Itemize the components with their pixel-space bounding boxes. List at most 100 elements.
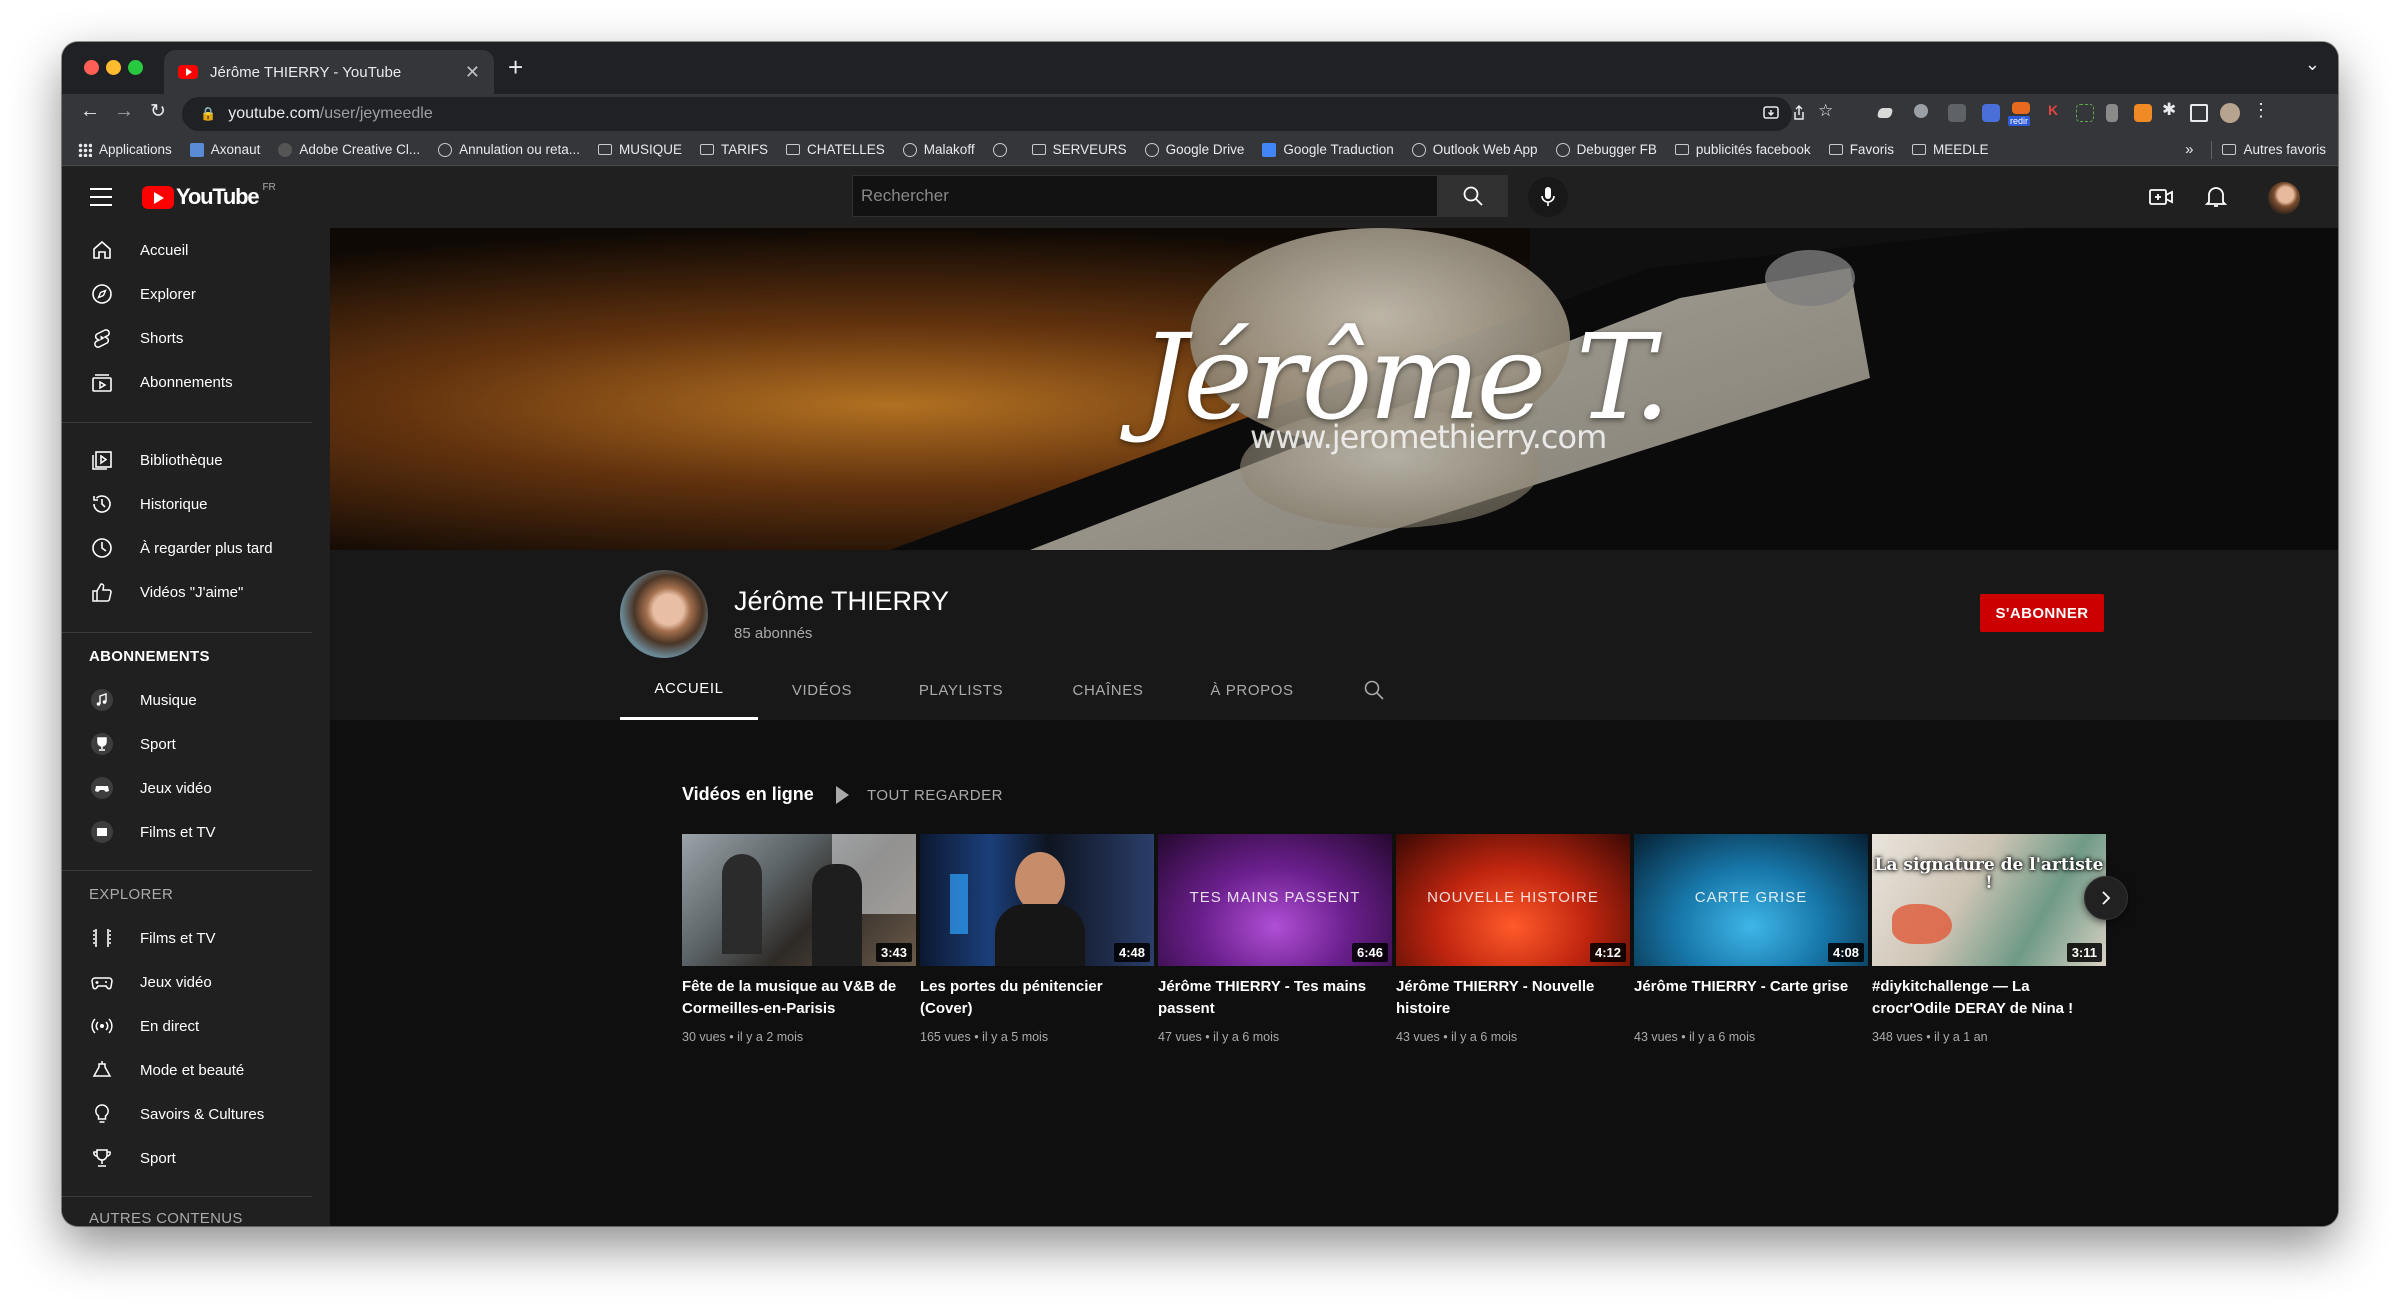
bookmark-untitled[interactable] [992,142,1014,157]
extension-5-icon[interactable] [2076,104,2094,122]
video-title[interactable]: #diykitchallenge — La crocr'Odile DERAY … [1872,976,2106,1020]
extension-6-icon[interactable] [2106,104,2118,122]
bookmark-meedle[interactable]: MEEDLE [1911,142,1988,157]
video-thumbnail[interactable]: 3:43 [682,834,916,966]
close-window-button[interactable] [84,60,99,75]
video-title[interactable]: Jérôme THIERRY - Nouvelle histoire [1396,976,1630,1020]
maximize-window-button[interactable] [128,60,143,75]
tab-search-chevron-icon[interactable]: ⌄ [2305,54,2320,75]
video-thumbnail[interactable]: TES MAINS PASSENT 6:46 [1158,834,1392,966]
bookmark-chatelles[interactable]: CHATELLES [786,142,885,157]
browser-menu-icon[interactable]: ⋮ [2252,100,2270,120]
channel-search-button[interactable] [1324,660,1424,720]
video-thumbnail[interactable]: NOUVELLE HISTOIRE 4:12 [1396,834,1630,966]
bookmark-favoris[interactable]: Favoris [1828,142,1894,157]
play-all-button[interactable]: TOUT REGARDER [836,786,1003,804]
channel-avatar[interactable] [620,570,708,658]
sidebar-item-sport[interactable]: Sport [62,722,330,766]
minimize-window-button[interactable] [106,60,121,75]
video-card[interactable]: NOUVELLE HISTOIRE 4:12 Jérôme THIERRY - … [1396,834,1630,1044]
sidebar-item-en-direct[interactable]: En direct [62,1004,330,1048]
sidebar-item-regarder-plus-tard[interactable]: À regarder plus tard [62,526,330,570]
search-button[interactable] [1438,175,1508,217]
sidebar-item-explore-films-et-tv[interactable]: Films et TV [62,916,330,960]
video-thumbnail[interactable]: 4:48 [920,834,1154,966]
bookmark-annulation[interactable]: Annulation ou reta... [438,142,580,157]
video-title[interactable]: Fête de la musique au V&B de Cormeilles-… [682,976,916,1020]
voice-search-button[interactable] [1528,177,1568,217]
sidebar-item-films-et-tv[interactable]: Films et TV [62,810,330,854]
extension-1-icon[interactable] [1876,108,1894,118]
tab-close-icon[interactable]: ✕ [465,62,480,83]
sidebar-toggle-icon[interactable] [2190,104,2208,122]
video-thumbnail[interactable]: La signature de l'artiste ! 3:11 [1872,834,2106,966]
video-card[interactable]: 3:43 Fête de la musique au V&B de Cormei… [682,834,916,1044]
bookmark-applications[interactable]: Applications [78,142,172,157]
sidebar-item-explore-jeux-video[interactable]: Jeux vidéo [62,960,330,1004]
rss-icon[interactable] [2134,104,2152,122]
profile-avatar-icon[interactable] [2220,103,2240,123]
share-icon[interactable] [1790,104,1808,122]
notifications-bell-icon[interactable] [2204,184,2228,210]
bookmark-adobe[interactable]: Adobe Creative Cl... [278,142,420,157]
sidebar-item-abonnements[interactable]: Abonnements [62,360,330,404]
extension-3-icon[interactable] [1948,104,1966,122]
bookmark-serveurs[interactable]: SERVEURS [1031,142,1127,157]
bookmark-axonaut[interactable]: Axonaut [189,142,260,157]
bookmark-publicites-facebook[interactable]: publicités facebook [1674,142,1811,157]
video-title[interactable]: Jérôme THIERRY - Carte grise [1634,976,1868,1020]
extension-4-icon[interactable] [1982,104,2000,122]
new-tab-button[interactable]: + [508,52,523,83]
account-avatar[interactable] [2268,182,2300,214]
back-arrow-icon[interactable]: ← [80,100,100,123]
search-input[interactable]: Rechercher [852,175,1438,217]
bookmark-musique[interactable]: MUSIQUE [598,142,682,157]
tab-playlists[interactable]: PLAYLISTS [886,660,1036,720]
extension-redir-icon[interactable] [2012,102,2030,114]
video-card[interactable]: CARTE GRISE 4:08 Jérôme THIERRY - Carte … [1634,834,1868,1044]
tab-a-propos[interactable]: À PROPOS [1180,660,1324,720]
reload-icon[interactable]: ↻ [150,100,166,123]
video-card[interactable]: TES MAINS PASSENT 6:46 Jérôme THIERRY - … [1158,834,1392,1044]
create-video-icon[interactable] [2148,184,2174,210]
sidebar-item-videos-jaime[interactable]: Vidéos "J'aime" [62,570,330,614]
sidebar-item-explorer[interactable]: Explorer [62,272,330,316]
browser-tab-active[interactable]: Jérôme THIERRY - YouTube ✕ [164,50,494,94]
tab-videos[interactable]: VIDÉOS [758,660,886,720]
video-card[interactable]: La signature de l'artiste ! 3:11 #diykit… [1872,834,2106,1044]
sidebar-item-historique[interactable]: Historique [62,482,330,526]
sidebar-item-explore-sport[interactable]: Sport [62,1136,330,1180]
youtube-logo[interactable]: YouTube FR [142,182,276,210]
sidebar-item-shorts[interactable]: Shorts [62,316,330,360]
tab-chaines[interactable]: CHAÎNES [1036,660,1180,720]
bookmark-debugger-fb[interactable]: Debugger FB [1555,142,1657,157]
menu-hamburger-icon[interactable] [90,188,112,206]
sidebar-item-savoirs-cultures[interactable]: Savoirs & Cultures [62,1092,330,1136]
bookmark-tarifs[interactable]: TARIFS [700,142,768,157]
forward-arrow-icon[interactable]: → [114,100,134,123]
bookmark-star-icon[interactable]: ☆ [1818,101,1836,120]
bookmark-outlook[interactable]: Outlook Web App [1411,142,1538,157]
sidebar-item-bibliotheque[interactable]: Bibliothèque [62,438,330,482]
extensions-puzzle-icon[interactable]: ✱ [2162,100,2180,119]
extension-k-icon[interactable]: K [2048,102,2066,120]
bookmarks-overflow-button[interactable]: » [2185,141,2193,158]
sidebar-item-accueil[interactable]: Accueil [62,228,330,272]
video-title[interactable]: Les portes du pénitencier (Cover) [920,976,1154,1020]
video-card[interactable]: 4:48 Les portes du pénitencier (Cover) 1… [920,834,1154,1044]
install-app-icon[interactable] [1762,104,1780,122]
bookmark-malakoff[interactable]: Malakoff [902,142,975,157]
sidebar-item-mode-et-beaute[interactable]: Mode et beauté [62,1048,330,1092]
address-bar[interactable]: 🔒 youtube.com/user/jeymeedle [182,97,1792,131]
video-title[interactable]: Jérôme THIERRY - Tes mains passent [1158,976,1392,1020]
bookmark-google-traduction[interactable]: Google Traduction [1262,142,1394,157]
extension-2-icon[interactable] [1914,104,1928,118]
video-thumbnail[interactable]: CARTE GRISE 4:08 [1634,834,1868,966]
tab-accueil[interactable]: ACCUEIL [620,660,758,720]
sidebar-item-jeux-video[interactable]: Jeux vidéo [62,766,330,810]
bookmark-google-drive[interactable]: Google Drive [1144,142,1244,157]
carousel-next-button[interactable] [2084,876,2128,920]
bookmark-other[interactable]: Autres favoris [2222,142,2326,157]
sidebar-item-musique[interactable]: Musique [62,678,330,722]
subscribe-button[interactable]: S'ABONNER [1980,594,2104,632]
